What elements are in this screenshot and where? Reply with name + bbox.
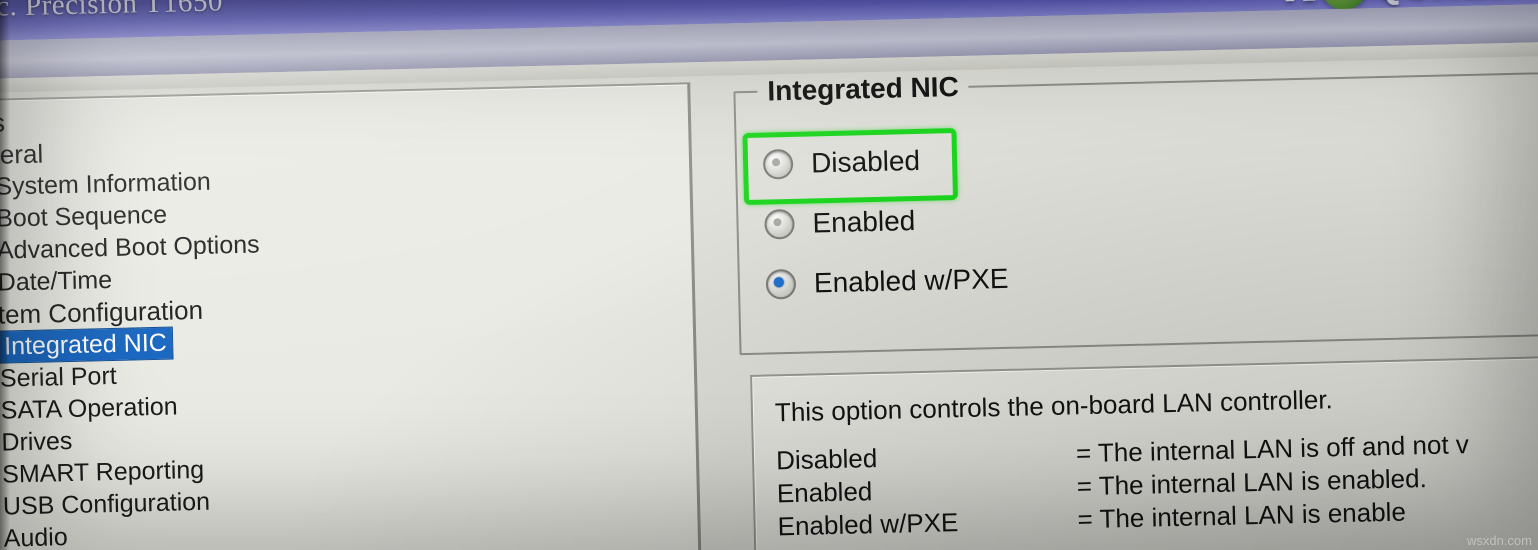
- integrated-nic-group: Integrated NIC Disabled Enabled Enabled …: [733, 68, 1538, 356]
- radio-option-enabled[interactable]: Enabled: [764, 205, 916, 241]
- tree-item-label: USB Configuration: [2, 487, 211, 521]
- description-term: Disabled: [775, 442, 878, 476]
- radio-icon-enabled-pxe[interactable]: [765, 268, 797, 300]
- photo-of-bios-screen: nc. Precision T1650 A QUALS tingsGeneral…: [0, 0, 1538, 550]
- tree-item-label: System Information: [0, 167, 212, 201]
- description-term: Enabled: [776, 476, 873, 509]
- description-term: Enabled w/PXE: [777, 506, 959, 542]
- integrated-nic-group-title: Integrated NIC: [757, 70, 970, 108]
- radio-label-enabled: Enabled: [812, 205, 916, 239]
- option-description-panel: This option controls the on-board LAN co…: [750, 352, 1538, 550]
- tree-item-label: General: [0, 138, 44, 171]
- settings-detail-pane: Integrated NIC Disabled Enabled Enabled …: [713, 54, 1538, 550]
- window-title: nc. Precision T1650: [0, 0, 224, 23]
- settings-tree-panel[interactable]: tings General System Information Boot Seque…: [0, 82, 703, 550]
- tree-item-label: Date/Time: [0, 265, 113, 297]
- tree-item-label: Audio: [3, 523, 68, 550]
- radio-icon-enabled[interactable]: [764, 208, 795, 240]
- tree-item-label: Boot Sequence: [0, 200, 168, 233]
- description-definition: = The internal LAN is enable: [1077, 496, 1407, 535]
- bios-screen: nc. Precision T1650 A QUALS tingsGeneral…: [0, 0, 1538, 550]
- tree-item-label: System Configuration: [0, 294, 204, 331]
- bios-body: tings General System Information Boot Seque…: [0, 53, 1538, 550]
- description-rows: Disabled = The internal LAN is off and no…: [776, 425, 1538, 546]
- settings-tree[interactable]: tings General System Information Boot Seque…: [0, 90, 698, 550]
- radio-label-enabled-pxe: Enabled w/PXE: [813, 262, 1009, 299]
- description-lead: This option controls the on-board LAN co…: [774, 384, 1334, 428]
- tree-item-label: SMART Reporting: [1, 455, 205, 489]
- tree-item-label: Advanced Boot Options: [0, 230, 260, 265]
- tree-item-label: Drives: [1, 426, 73, 457]
- radio-label-disabled: Disabled: [810, 144, 921, 179]
- tree-item-label: Integrated NIC: [0, 326, 174, 364]
- watermark-url: wsxdn.com: [1466, 533, 1532, 548]
- tree-item-label: SATA Operation: [0, 392, 178, 425]
- radio-option-enabled-pxe[interactable]: Enabled w/PXE: [765, 262, 1009, 301]
- radio-option-disabled[interactable]: Disabled: [762, 144, 921, 181]
- radio-icon-disabled[interactable]: [762, 148, 794, 180]
- tree-item-label: Serial Port: [0, 361, 117, 393]
- tree-item-label: tings: [0, 107, 6, 139]
